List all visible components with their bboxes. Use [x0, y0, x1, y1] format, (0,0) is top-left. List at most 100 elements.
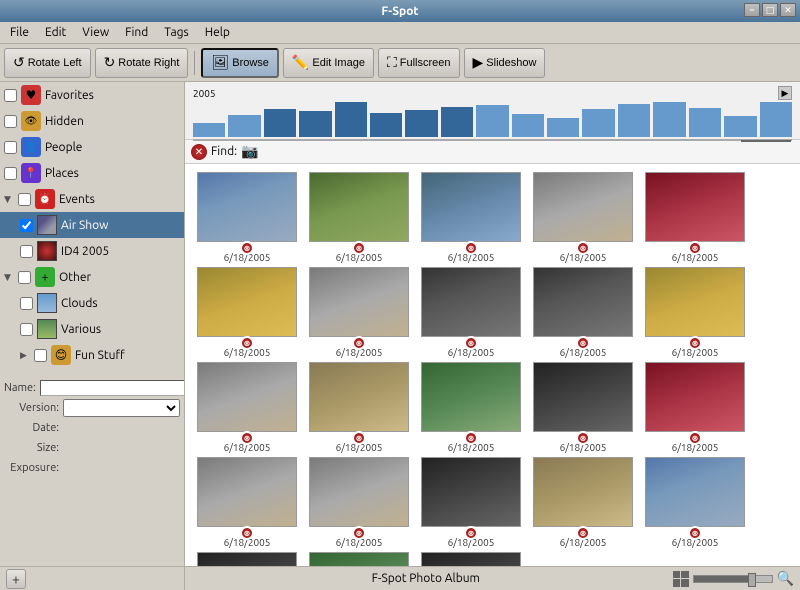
- menu-file[interactable]: File: [4, 25, 35, 40]
- photo-cell-5[interactable]: ⊗6/18/2005: [193, 267, 301, 358]
- edit-image-button[interactable]: ✏️ Edit Image: [283, 48, 374, 78]
- photo-cell-18[interactable]: ⊗6/18/2005: [529, 457, 637, 548]
- photo-cell-20[interactable]: ⊗6/18/2005: [193, 552, 301, 566]
- photo-thumb-10[interactable]: [197, 362, 297, 432]
- fullscreen-button[interactable]: ⛶ Fullscreen: [378, 48, 460, 78]
- menu-view[interactable]: View: [76, 25, 115, 40]
- maximize-button[interactable]: □: [762, 3, 778, 17]
- t-bar-7[interactable]: [405, 110, 437, 137]
- t-bar-6[interactable]: [370, 113, 402, 137]
- slideshow-button[interactable]: ▶ Slideshow: [464, 48, 546, 78]
- id4-checkbox[interactable]: [20, 245, 33, 258]
- t-bar-10[interactable]: [512, 114, 544, 137]
- photo-thumb-6[interactable]: [309, 267, 409, 337]
- photo-cell-1[interactable]: ⊗6/18/2005: [305, 172, 413, 263]
- photo-thumb-12[interactable]: [421, 362, 521, 432]
- photo-cell-7[interactable]: ⊗6/18/2005: [417, 267, 525, 358]
- rotate-left-button[interactable]: ↺ Rotate Left: [4, 48, 91, 78]
- sidebar-item-id4[interactable]: ID4 2005: [0, 238, 184, 264]
- menu-find[interactable]: Find: [119, 25, 154, 40]
- photo-thumb-2[interactable]: [421, 172, 521, 242]
- sidebar-item-funstuff[interactable]: ▶ 😊 Fun Stuff: [0, 342, 184, 368]
- photo-cell-12[interactable]: ⊗6/18/2005: [417, 362, 525, 453]
- people-checkbox[interactable]: [4, 141, 17, 154]
- photo-thumb-21[interactable]: [309, 552, 409, 566]
- photo-cell-2[interactable]: ⊗6/18/2005: [417, 172, 525, 263]
- photo-thumb-16[interactable]: [309, 457, 409, 527]
- photo-thumb-22[interactable]: [421, 552, 521, 566]
- photo-cell-22[interactable]: ⊗6/18/2005: [417, 552, 525, 566]
- sidebar-item-favorites[interactable]: ♥ Favorites: [0, 82, 184, 108]
- menu-edit[interactable]: Edit: [39, 25, 72, 40]
- favorites-checkbox[interactable]: [4, 89, 17, 102]
- photo-cell-3[interactable]: ⊗6/18/2005: [529, 172, 637, 263]
- sidebar-item-people[interactable]: 👤 People: [0, 134, 184, 160]
- sidebar-item-various[interactable]: Various: [0, 316, 184, 342]
- t-bar-3[interactable]: [264, 109, 296, 137]
- photo-thumb-4[interactable]: [645, 172, 745, 242]
- photo-cell-0[interactable]: ⊗6/18/2005: [193, 172, 301, 263]
- t-bar-13[interactable]: [618, 104, 650, 137]
- timeline-right-arrow[interactable]: ▶: [778, 86, 792, 100]
- photo-grid[interactable]: ⊗6/18/2005⊗6/18/2005⊗6/18/2005⊗6/18/2005…: [185, 164, 800, 566]
- photo-thumb-1[interactable]: [309, 172, 409, 242]
- name-input[interactable]: [40, 380, 185, 396]
- rotate-right-button[interactable]: ↻ Rotate Right: [95, 48, 189, 78]
- events-expand-arrow[interactable]: ▼: [4, 194, 14, 205]
- sidebar-item-places[interactable]: 📍 Places: [0, 160, 184, 186]
- funstuff-checkbox[interactable]: [34, 349, 47, 362]
- photo-thumb-14[interactable]: [645, 362, 745, 432]
- photo-cell-13[interactable]: ⊗6/18/2005: [529, 362, 637, 453]
- hidden-checkbox[interactable]: [4, 115, 17, 128]
- timeline[interactable]: 2005 ▶: [185, 82, 800, 140]
- photo-cell-17[interactable]: ⊗6/18/2005: [417, 457, 525, 548]
- t-bar-4[interactable]: [299, 111, 331, 137]
- version-select[interactable]: [63, 399, 180, 417]
- menu-help[interactable]: Help: [199, 25, 236, 40]
- browse-button[interactable]: 🖼 Browse: [201, 48, 278, 78]
- photo-cell-10[interactable]: ⊗6/18/2005: [193, 362, 301, 453]
- photo-cell-15[interactable]: ⊗6/18/2005: [193, 457, 301, 548]
- photo-cell-4[interactable]: ⊗6/18/2005: [641, 172, 749, 263]
- photo-thumb-15[interactable]: [197, 457, 297, 527]
- find-stop-button[interactable]: ✕: [191, 144, 207, 160]
- other-checkbox[interactable]: [18, 271, 31, 284]
- sidebar-item-other[interactable]: ▼ + Other: [0, 264, 184, 290]
- photo-cell-14[interactable]: ⊗6/18/2005: [641, 362, 749, 453]
- t-bar-1[interactable]: [193, 123, 225, 137]
- photo-cell-8[interactable]: ⊗6/18/2005: [529, 267, 637, 358]
- photo-thumb-9[interactable]: [645, 267, 745, 337]
- photo-cell-16[interactable]: ⊗6/18/2005: [305, 457, 413, 548]
- sidebar-item-events[interactable]: ▼ ⏰ Events: [0, 186, 184, 212]
- photo-cell-21[interactable]: ⊗6/18/2005: [305, 552, 413, 566]
- photo-thumb-3[interactable]: [533, 172, 633, 242]
- timeline-scrollbar[interactable]: [193, 139, 792, 141]
- t-bar-17[interactable]: [760, 102, 792, 137]
- photo-cell-6[interactable]: ⊗6/18/2005: [305, 267, 413, 358]
- close-button[interactable]: ✕: [780, 3, 796, 17]
- t-bar-9[interactable]: [476, 105, 508, 137]
- photo-thumb-20[interactable]: [197, 552, 297, 566]
- timeline-scroll-thumb[interactable]: [741, 140, 791, 142]
- photo-cell-19[interactable]: ⊗6/18/2005: [641, 457, 749, 548]
- sidebar-item-airshow[interactable]: Air Show: [0, 212, 184, 238]
- places-checkbox[interactable]: [4, 167, 17, 180]
- photo-thumb-7[interactable]: [421, 267, 521, 337]
- clouds-checkbox[interactable]: [20, 297, 33, 310]
- sidebar-item-hidden[interactable]: 👁 Hidden: [0, 108, 184, 134]
- events-checkbox[interactable]: [18, 193, 31, 206]
- photo-thumb-11[interactable]: [309, 362, 409, 432]
- t-bar-12[interactable]: [582, 109, 614, 137]
- t-bar-8[interactable]: [441, 107, 473, 137]
- t-bar-16[interactable]: [724, 116, 756, 137]
- zoom-handle[interactable]: [748, 573, 756, 587]
- minimize-button[interactable]: –: [744, 3, 760, 17]
- grid-view-icon[interactable]: [673, 571, 689, 587]
- t-bar-14[interactable]: [653, 102, 685, 137]
- photo-thumb-17[interactable]: [421, 457, 521, 527]
- airshow-checkbox[interactable]: [20, 219, 33, 232]
- photo-thumb-19[interactable]: [645, 457, 745, 527]
- photo-cell-11[interactable]: ⊗6/18/2005: [305, 362, 413, 453]
- t-bar-5[interactable]: [335, 102, 367, 137]
- photo-thumb-18[interactable]: [533, 457, 633, 527]
